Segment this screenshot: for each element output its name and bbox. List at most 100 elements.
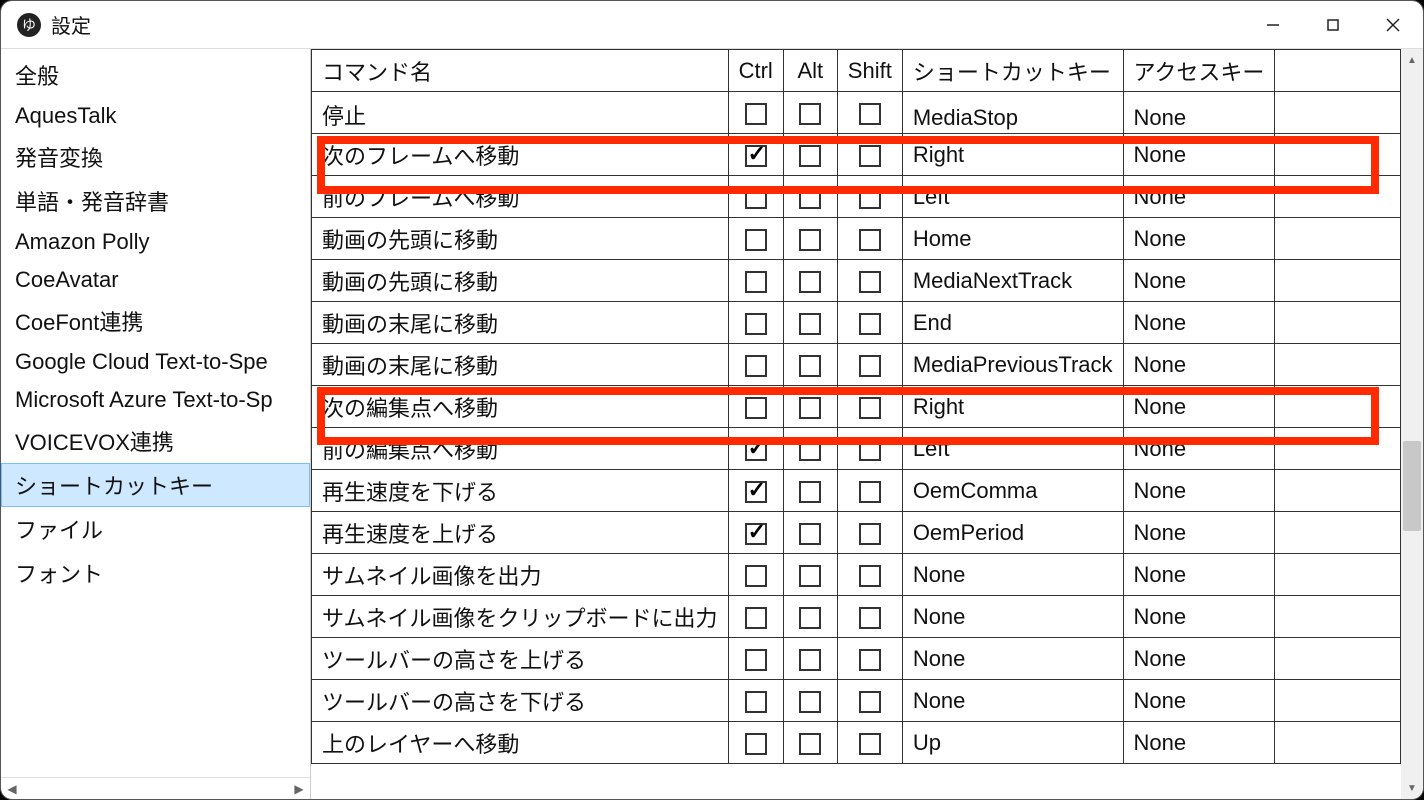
command-cell[interactable]: 次の編集点へ移動 (312, 386, 729, 428)
sidebar-item[interactable]: Microsoft Azure Text-to-Sp (1, 381, 310, 419)
col-alt[interactable]: Alt (783, 50, 837, 92)
table-row[interactable]: 次のフレームへ移動RightNone (312, 134, 1401, 176)
table-row[interactable]: 停止MediaStopNone (312, 92, 1401, 134)
access-cell[interactable]: None (1123, 344, 1275, 386)
close-button[interactable] (1363, 1, 1423, 48)
ctrl-checkbox[interactable] (745, 271, 767, 293)
alt-cell[interactable] (783, 386, 837, 428)
shortcut-cell[interactable]: Right (902, 134, 1123, 176)
col-shortcut[interactable]: ショートカットキー (902, 50, 1123, 92)
table-vscrollbar[interactable]: ▲ ▼ (1401, 49, 1423, 799)
command-cell[interactable]: 再生速度を上げる (312, 512, 729, 554)
ctrl-checkbox[interactable] (745, 397, 767, 419)
ctrl-checkbox[interactable] (745, 607, 767, 629)
ctrl-checkbox[interactable] (745, 691, 767, 713)
sidebar-item[interactable]: ショートカットキー (1, 463, 310, 507)
shift-checkbox[interactable] (859, 691, 881, 713)
ctrl-cell[interactable] (728, 386, 783, 428)
alt-cell[interactable] (783, 176, 837, 218)
access-cell[interactable]: None (1123, 218, 1275, 260)
sidebar-item[interactable]: Google Cloud Text-to-Spe (1, 343, 310, 381)
alt-cell[interactable] (783, 260, 837, 302)
shift-checkbox[interactable] (859, 187, 881, 209)
access-cell[interactable]: None (1123, 92, 1275, 134)
ctrl-checkbox[interactable] (745, 481, 767, 503)
sidebar-item[interactable]: CoeAvatar (1, 261, 310, 299)
alt-checkbox[interactable] (799, 523, 821, 545)
ctrl-cell[interactable] (728, 680, 783, 722)
shift-cell[interactable] (837, 92, 902, 134)
sidebar-hscrollbar[interactable]: ◀ ▶ (1, 777, 310, 799)
table-row[interactable]: 上のレイヤーへ移動 UpNone (312, 722, 1401, 764)
shortcut-cell[interactable]: None (902, 554, 1123, 596)
sidebar-item[interactable]: ファイル (1, 507, 310, 551)
shift-checkbox[interactable] (859, 397, 881, 419)
alt-checkbox[interactable] (799, 565, 821, 587)
shift-checkbox[interactable] (859, 523, 881, 545)
shift-checkbox[interactable] (859, 439, 881, 461)
shortcut-cell[interactable]: Right (902, 386, 1123, 428)
alt-cell[interactable] (783, 554, 837, 596)
shift-cell[interactable] (837, 470, 902, 512)
shift-cell[interactable] (837, 302, 902, 344)
command-cell[interactable]: サムネイル画像を出力 (312, 554, 729, 596)
alt-cell[interactable] (783, 218, 837, 260)
shortcut-cell[interactable]: Up (902, 722, 1123, 764)
table-row[interactable]: ツールバーの高さを下げるNoneNone (312, 680, 1401, 722)
shift-checkbox[interactable] (859, 229, 881, 251)
vscroll-thumb[interactable] (1403, 441, 1421, 531)
sidebar-item[interactable]: 単語・発音辞書 (1, 179, 310, 223)
scroll-left-icon[interactable]: ◀ (1, 778, 23, 799)
shortcut-cell[interactable]: OemPeriod (902, 512, 1123, 554)
command-cell[interactable]: 動画の末尾に移動 (312, 344, 729, 386)
access-cell[interactable]: None (1123, 722, 1275, 764)
sidebar-item[interactable]: 発音変換 (1, 135, 310, 179)
ctrl-cell[interactable] (728, 428, 783, 470)
alt-checkbox[interactable] (799, 691, 821, 713)
ctrl-checkbox[interactable] (745, 565, 767, 587)
scroll-down-icon[interactable]: ▼ (1401, 777, 1423, 799)
command-cell[interactable]: 前のフレームへ移動 (312, 176, 729, 218)
shift-cell[interactable] (837, 176, 902, 218)
access-cell[interactable]: None (1123, 596, 1275, 638)
alt-checkbox[interactable] (799, 229, 821, 251)
shortcut-cell[interactable]: None (902, 596, 1123, 638)
alt-checkbox[interactable] (799, 355, 821, 377)
ctrl-cell[interactable] (728, 176, 783, 218)
table-row[interactable]: サムネイル画像をクリップボードに出力 NoneNone (312, 596, 1401, 638)
alt-cell[interactable] (783, 134, 837, 176)
ctrl-cell[interactable] (728, 554, 783, 596)
vscroll-track[interactable] (1401, 71, 1423, 777)
alt-checkbox[interactable] (799, 271, 821, 293)
shift-cell[interactable] (837, 260, 902, 302)
ctrl-cell[interactable] (728, 596, 783, 638)
command-cell[interactable]: 上のレイヤーへ移動 (312, 722, 729, 764)
shift-checkbox[interactable] (859, 271, 881, 293)
shift-cell[interactable] (837, 428, 902, 470)
shift-checkbox[interactable] (859, 607, 881, 629)
shortcut-cell[interactable]: Left (902, 176, 1123, 218)
alt-cell[interactable] (783, 512, 837, 554)
ctrl-cell[interactable] (728, 134, 783, 176)
ctrl-checkbox[interactable] (745, 649, 767, 671)
ctrl-checkbox[interactable] (745, 145, 767, 167)
alt-checkbox[interactable] (799, 481, 821, 503)
shift-cell[interactable] (837, 218, 902, 260)
table-row[interactable]: 次の編集点へ移動RightNone (312, 386, 1401, 428)
shift-cell[interactable] (837, 512, 902, 554)
table-row[interactable]: 動画の先頭に移動HomeNone (312, 218, 1401, 260)
command-cell[interactable]: 動画の末尾に移動 (312, 302, 729, 344)
command-cell[interactable]: サムネイル画像をクリップボードに出力 (312, 596, 729, 638)
ctrl-checkbox[interactable] (745, 187, 767, 209)
ctrl-cell[interactable] (728, 512, 783, 554)
shift-checkbox[interactable] (859, 565, 881, 587)
shift-cell[interactable] (837, 638, 902, 680)
table-row[interactable]: 再生速度を下げるOemCommaNone (312, 470, 1401, 512)
access-cell[interactable]: None (1123, 260, 1275, 302)
sidebar-item[interactable]: Amazon Polly (1, 223, 310, 261)
alt-cell[interactable] (783, 302, 837, 344)
ctrl-checkbox[interactable] (745, 355, 767, 377)
scroll-up-icon[interactable]: ▲ (1401, 49, 1423, 71)
ctrl-cell[interactable] (728, 218, 783, 260)
shift-checkbox[interactable] (859, 313, 881, 335)
